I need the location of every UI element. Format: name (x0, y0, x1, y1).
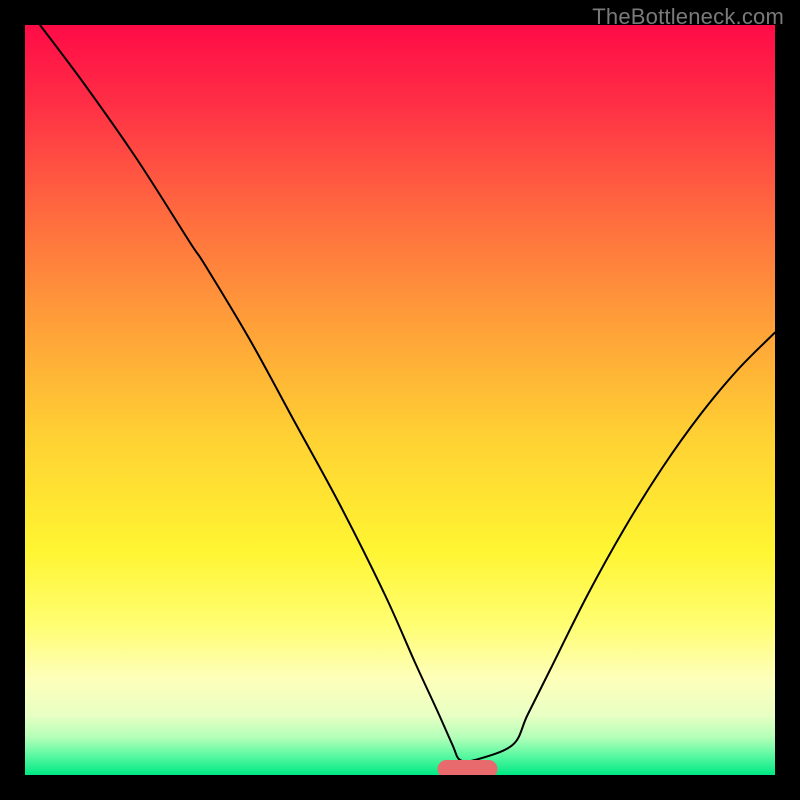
chart-svg (25, 25, 775, 775)
chart-background (25, 25, 775, 775)
optimum-marker (438, 760, 498, 775)
plot-area (25, 25, 775, 775)
chart-frame: TheBottleneck.com (0, 0, 800, 800)
